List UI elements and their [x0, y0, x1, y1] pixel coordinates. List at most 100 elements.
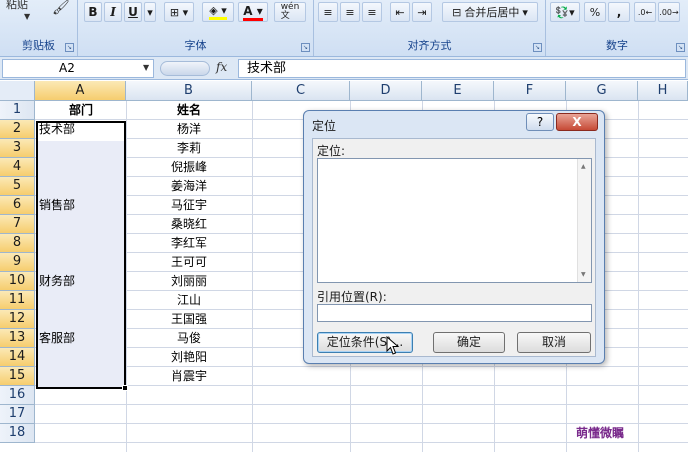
row-header-12[interactable]: 12: [0, 310, 35, 329]
row-header-3[interactable]: 3: [0, 139, 35, 158]
scroll-down-icon[interactable]: ▼: [581, 271, 586, 278]
align-center-button[interactable]: ≡: [340, 2, 360, 22]
column-header-h[interactable]: H: [638, 81, 688, 101]
cell-b8[interactable]: 李红军: [126, 234, 252, 253]
cell-a13[interactable]: 客服部: [39, 329, 125, 348]
column-header-a[interactable]: A: [35, 81, 126, 101]
cell-a6[interactable]: 销售部: [39, 196, 125, 215]
cell-b15[interactable]: 肖震宇: [126, 367, 252, 386]
cell-b6[interactable]: 马征宇: [126, 196, 252, 215]
formula-input[interactable]: 技术部: [238, 59, 686, 78]
scroll-up-icon[interactable]: ▲: [581, 163, 586, 170]
group-label-font: 字体: [184, 39, 207, 52]
row-header-17[interactable]: 17: [0, 405, 35, 424]
ok-button[interactable]: 确定: [433, 332, 505, 353]
cell-b12[interactable]: 王国强: [126, 310, 252, 329]
name-box-dropdown-icon[interactable]: ▼: [143, 63, 149, 72]
border-button[interactable]: ⊞ ▾: [164, 2, 194, 22]
name-box[interactable]: A2: [2, 59, 154, 78]
row-header-2[interactable]: 2: [0, 120, 35, 139]
border-icon: ⊞ ▾: [169, 5, 189, 19]
help-button[interactable]: ?: [526, 113, 554, 131]
underline-button[interactable]: U: [124, 2, 142, 22]
number-group: 💱▾ % , .0← .00→ 数字 ↘: [546, 0, 688, 56]
fill-color-button[interactable]: ◈ ▾: [202, 2, 234, 22]
increase-indent-button[interactable]: ⇥: [412, 2, 432, 22]
cell-b13[interactable]: 马俊: [126, 329, 252, 348]
align-center-icon: ≡: [345, 5, 355, 19]
cell-b10[interactable]: 刘丽丽: [126, 272, 252, 291]
close-button[interactable]: X: [556, 113, 598, 131]
close-icon: X: [572, 115, 582, 129]
row-header-11[interactable]: 11: [0, 291, 35, 310]
row-header-15[interactable]: 15: [0, 367, 35, 386]
select-all-corner[interactable]: [0, 81, 35, 101]
font-color-button[interactable]: A ▾: [238, 2, 268, 22]
cell-b9[interactable]: 王可可: [126, 253, 252, 272]
merge-dropdown-icon: ▾: [522, 5, 528, 19]
column-header-f[interactable]: F: [494, 81, 566, 101]
align-right-button[interactable]: ≡: [362, 2, 382, 22]
cell-a1[interactable]: 部门: [36, 101, 126, 120]
column-header-e[interactable]: E: [422, 81, 494, 101]
accounting-format-button[interactable]: 💱▾: [550, 2, 580, 22]
merge-center-button[interactable]: ⊟ 合并后居中 ▾: [442, 2, 538, 22]
cell-b4[interactable]: 倪振峰: [126, 158, 252, 177]
row-header-16[interactable]: 16: [0, 386, 35, 405]
selected-range[interactable]: [36, 121, 126, 389]
paste-dropdown-icon[interactable]: ▼: [24, 12, 30, 21]
row-header-10[interactable]: 10: [0, 272, 35, 291]
cell-a2[interactable]: 技术部: [39, 120, 125, 139]
decrease-decimal-button[interactable]: .00→: [658, 2, 680, 22]
row-header-18[interactable]: 18: [0, 424, 35, 443]
font-color-icon: A ▾: [243, 4, 263, 21]
cell-a10[interactable]: 财务部: [39, 272, 125, 291]
ribbon: 粘贴 ▼ 🖌 剪贴板 ↘ B I U ▾ ⊞ ▾ ◈ ▾ A ▾ wén 文 字…: [0, 0, 688, 57]
underline-dropdown-icon[interactable]: ▾: [144, 2, 156, 22]
align-left-button[interactable]: ≡: [318, 2, 338, 22]
cell-b2[interactable]: 杨洋: [126, 120, 252, 139]
font-launcher-icon[interactable]: ↘: [301, 43, 310, 52]
row-header-13[interactable]: 13: [0, 329, 35, 348]
column-header-d[interactable]: D: [350, 81, 422, 101]
cell-b7[interactable]: 桑晓红: [126, 215, 252, 234]
percent-button[interactable]: %: [584, 2, 606, 22]
row-header-7[interactable]: 7: [0, 215, 35, 234]
reference-input[interactable]: [317, 304, 592, 322]
goto-listbox[interactable]: ▲ ▼: [317, 158, 592, 283]
row-header-14[interactable]: 14: [0, 348, 35, 367]
decrease-indent-button[interactable]: ⇤: [390, 2, 410, 22]
row-header-4[interactable]: 4: [0, 158, 35, 177]
reference-label: 引用位置(R):: [317, 290, 387, 304]
row-header-5[interactable]: 5: [0, 177, 35, 196]
bold-button[interactable]: B: [84, 2, 102, 22]
cell-b3[interactable]: 李莉: [126, 139, 252, 158]
row-header-8[interactable]: 8: [0, 234, 35, 253]
increase-decimal-button[interactable]: .0←: [634, 2, 656, 22]
formula-bar-splitter[interactable]: [160, 61, 210, 76]
cell-b14[interactable]: 刘艳阳: [126, 348, 252, 367]
decrease-decimal-icon: .00→: [659, 7, 679, 17]
row-header-6[interactable]: 6: [0, 196, 35, 215]
mouse-cursor-icon: [386, 336, 400, 355]
number-launcher-icon[interactable]: ↘: [676, 43, 685, 52]
format-painter-icon[interactable]: 🖌: [52, 0, 70, 16]
italic-button[interactable]: I: [104, 2, 122, 22]
insert-function-icon[interactable]: fx: [216, 60, 227, 74]
alignment-launcher-icon[interactable]: ↘: [533, 43, 542, 52]
cell-b11[interactable]: 江山: [126, 291, 252, 310]
cell-b5[interactable]: 姜海洋: [126, 177, 252, 196]
cancel-button[interactable]: 取消: [517, 332, 591, 353]
phonetic-button[interactable]: wén 文: [274, 2, 306, 22]
row-header-1[interactable]: 1: [0, 101, 35, 120]
row-header-9[interactable]: 9: [0, 253, 35, 272]
clipboard-launcher-icon[interactable]: ↘: [65, 43, 74, 52]
comma-style-button[interactable]: ,: [608, 2, 630, 22]
column-header-c[interactable]: C: [252, 81, 350, 101]
column-header-b[interactable]: B: [126, 81, 252, 101]
cell-b1[interactable]: 姓名: [126, 101, 252, 120]
group-label-number: 数字: [606, 39, 628, 52]
listbox-scrollbar[interactable]: ▲ ▼: [577, 159, 591, 282]
paste-button[interactable]: 粘贴: [6, 0, 28, 12]
column-header-g[interactable]: G: [566, 81, 638, 101]
